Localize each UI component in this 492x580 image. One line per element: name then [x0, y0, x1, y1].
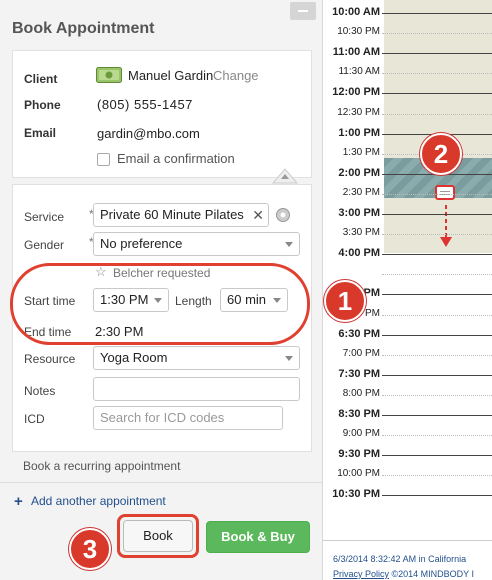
calendar-slot-line	[382, 234, 492, 236]
book-and-buy-label: Book & Buy	[221, 529, 295, 544]
client-name: Manuel Gardin	[128, 68, 214, 83]
calendar-footer-links: Privacy Policy ©2014 MINDBODY I	[333, 569, 474, 579]
privacy-policy-link[interactable]: Privacy Policy	[333, 569, 389, 579]
book-button-highlight-ring	[117, 514, 199, 558]
copyright-text: ©2014 MINDBODY I	[391, 569, 475, 579]
calendar-slot-line	[382, 294, 492, 296]
calendar-slot-line	[382, 214, 492, 215]
calendar-footer-divider	[323, 540, 492, 541]
calendar-slot-line	[382, 495, 492, 497]
chevron-down-icon	[285, 242, 293, 247]
calendar-footer-date: 6/3/2014 8:32:42 AM in California	[333, 554, 467, 564]
calendar-time-label: 1:00 PM	[338, 126, 380, 139]
calendar-slot-line	[382, 93, 492, 95]
calendar-time-label: 8:30 PM	[338, 408, 380, 420]
calendar-slot-line	[382, 374, 492, 376]
calendar-time-label: 10:00 AM	[332, 6, 380, 18]
client-label: Client	[24, 72, 58, 86]
drag-handle-icon[interactable]	[435, 185, 455, 200]
calendar-slot-line	[382, 455, 492, 457]
service-field[interactable]: Private 60 Minute Pilates ✕	[93, 203, 269, 227]
calendar-time-label: 7:00 PM	[342, 347, 380, 359]
resource-select[interactable]: Yoga Room	[93, 346, 300, 370]
calendar-time-label: 10:30 PM	[337, 26, 380, 38]
calendar-time-label: 3:00 PM	[338, 207, 380, 219]
calendar-slot-line	[382, 73, 492, 75]
calendar-time-label: 2:00 PM	[338, 166, 380, 179]
phone-value: (805) 555-1457	[97, 97, 193, 112]
calendar-slot-line	[382, 394, 492, 396]
calendar-slot-line	[382, 193, 492, 195]
calendar-time-label: 7:30 PM	[338, 367, 380, 380]
money-card-icon	[96, 67, 122, 83]
callout-marker-1: 1	[324, 280, 366, 322]
callout-marker-2: 2	[420, 133, 462, 175]
service-value: Private 60 Minute Pilates	[100, 207, 244, 222]
plus-icon[interactable]: +	[14, 493, 23, 510]
calendar-time-label: 9:00 PM	[342, 428, 380, 440]
email-confirmation-checkbox[interactable]	[97, 153, 110, 166]
icd-label: ICD	[24, 412, 45, 426]
calendar-time-label: 8:00 PM	[342, 387, 380, 399]
calendar-time-label: 4:00 PM	[338, 247, 380, 260]
callout-marker-3: 3	[69, 528, 111, 570]
calendar-slot-line	[382, 314, 492, 316]
panel-divider	[0, 482, 322, 483]
book-and-buy-button[interactable]: Book & Buy	[206, 521, 310, 553]
calendar-slot-line	[382, 274, 492, 276]
calendar-day-column[interactable]	[384, 0, 492, 254]
notes-textarea[interactable]	[93, 377, 300, 401]
calendar-time-label: 12:00 PM	[332, 86, 380, 99]
resource-label: Resource	[24, 352, 76, 366]
calendar-slot-line	[382, 334, 492, 336]
calendar-time-label: 6:30 PM	[338, 327, 380, 340]
change-client-link[interactable]: Change	[213, 68, 259, 83]
calendar-time-label: 10:00 PM	[337, 468, 380, 480]
add-another-appointment-link[interactable]: Add another appointment	[31, 494, 166, 508]
icd-search-input[interactable]: Search for ICD codes	[93, 406, 283, 430]
calendar-slot-line	[382, 435, 492, 437]
phone-label: Phone	[24, 98, 61, 112]
down-arrow-icon	[439, 205, 453, 249]
calendar-slot-line	[382, 33, 492, 35]
calendar-slot-line	[382, 354, 492, 356]
chevron-up-icon[interactable]	[271, 164, 299, 184]
email-value: gardin@mbo.com	[97, 126, 200, 141]
recurring-appointment-link[interactable]: Book a recurring appointment	[23, 459, 180, 473]
notes-label: Notes	[24, 384, 56, 398]
calendar-time-label: 9:30 PM	[338, 448, 380, 461]
gear-icon[interactable]	[275, 207, 291, 223]
gender-label: Gender	[24, 238, 65, 252]
resource-value: Yoga Room	[100, 350, 168, 365]
calendar-time-label: 10:30 PM	[332, 488, 380, 501]
email-confirmation-label: Email a confirmation	[117, 151, 235, 166]
calendar-time-label: 3:30 PM	[342, 227, 380, 239]
calendar-time-label: 11:00 AM	[332, 46, 380, 59]
gender-select[interactable]: No preference	[93, 232, 300, 256]
calendar-slot-line	[382, 415, 492, 416]
calendar-time-label: 1:30 PM	[342, 146, 380, 158]
email-label: Email	[24, 126, 57, 140]
gender-value: No preference	[100, 236, 183, 251]
calendar-slot-line	[382, 113, 492, 115]
chevron-down-icon	[285, 356, 293, 361]
panel-title: Book Appointment	[12, 20, 155, 37]
calendar-slot-line	[382, 475, 492, 477]
minimize-button[interactable]	[290, 2, 316, 20]
calendar-time-label: 11:30 AM	[338, 66, 380, 78]
calendar-time-label: 12:30 PM	[337, 106, 380, 118]
clear-x-icon[interactable]: ✕	[252, 204, 264, 226]
calendar-slot-line	[382, 13, 492, 14]
calendar-time-label: 2:30 PM	[342, 186, 380, 198]
client-card: Client Manuel Gardin Change Phone (805) …	[12, 50, 312, 178]
calendar-slot-line	[382, 254, 492, 256]
start-time-highlight-ring	[10, 263, 310, 345]
calendar-slot-line	[382, 53, 492, 55]
service-label: Service	[24, 210, 65, 224]
